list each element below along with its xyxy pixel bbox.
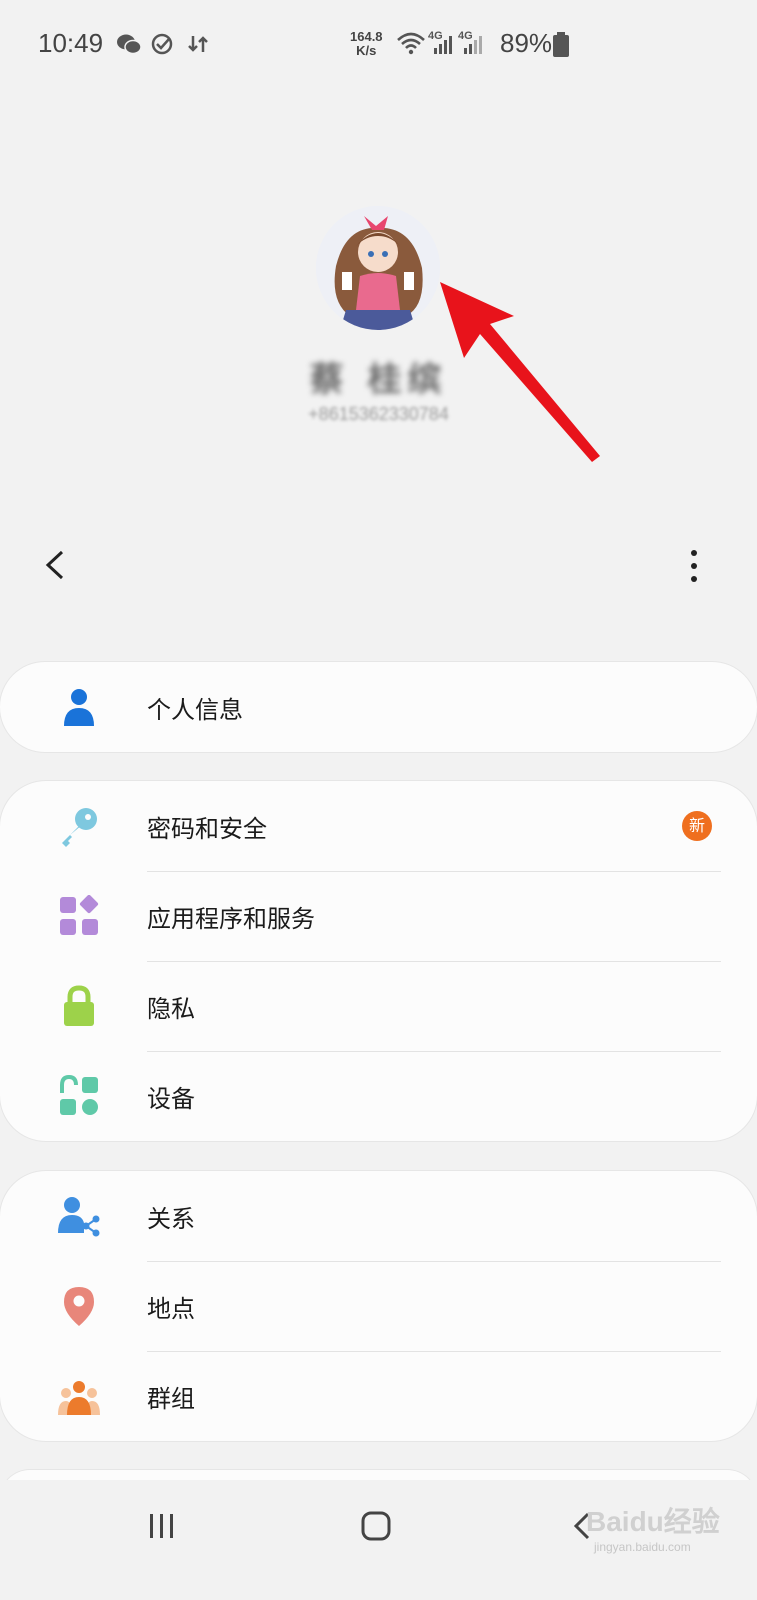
- person-icon: [64, 689, 94, 726]
- chevron-left-icon[interactable]: [40, 548, 74, 582]
- menu-item-apps-services[interactable]: 应用程序和服务: [0, 871, 757, 961]
- lock-icon: [64, 985, 94, 1026]
- network-speed: 164.8 K/s: [350, 30, 383, 58]
- menu-item-personal-info[interactable]: 个人信息: [0, 662, 757, 752]
- menu-item-label: 设备: [147, 1085, 195, 1113]
- profile-avatar[interactable]: [316, 206, 440, 330]
- person-share-icon: [58, 1197, 100, 1237]
- avatar-image: [316, 206, 440, 330]
- wechat-icon: [117, 34, 142, 55]
- menu-item-label: 关系: [147, 1205, 195, 1233]
- menu-item-label: 群组: [147, 1385, 195, 1413]
- location-pin-icon: [64, 1287, 94, 1326]
- card-social: 关系 地点 群组: [0, 1171, 757, 1441]
- baidu-watermark: Baidu经验: [586, 1506, 720, 1537]
- menu-item-groups[interactable]: 群组: [0, 1351, 757, 1441]
- wifi-icon: [397, 32, 425, 55]
- data-transfer-icon: [188, 36, 208, 52]
- menu-item-label: 应用程序和服务: [147, 905, 315, 933]
- more-vertical-icon[interactable]: [684, 548, 704, 584]
- home-icon[interactable]: [360, 1510, 392, 1542]
- menu-item-label: 个人信息: [147, 696, 243, 724]
- signal-icon: [464, 36, 482, 54]
- menu-item-devices[interactable]: 设备: [0, 1051, 757, 1141]
- menu-item-relationships[interactable]: 关系: [0, 1171, 757, 1261]
- signal-icon: [434, 36, 452, 54]
- menu-item-label: 密码和安全: [147, 815, 267, 843]
- profile-phone: +8615362330784: [308, 404, 449, 424]
- sync-check-icon: [151, 33, 173, 55]
- speed-value: 164.8: [350, 29, 383, 44]
- new-badge: 新: [682, 811, 712, 841]
- card-security: 密码和安全 新 应用程序和服务 隐私 设备: [0, 781, 757, 1141]
- battery-percent: 89%: [500, 28, 553, 58]
- menu-item-places[interactable]: 地点: [0, 1261, 757, 1351]
- profile-name: 蔡 桂缤: [309, 360, 448, 400]
- status-bar: 10:49 164.8 K/s 4G 4G 89%: [0, 0, 757, 92]
- status-time: 10:49: [38, 28, 104, 58]
- menu-item-label: 隐私: [147, 995, 195, 1023]
- group-icon: [58, 1381, 100, 1415]
- battery-icon: [553, 32, 569, 57]
- recent-apps-icon[interactable]: [148, 1512, 176, 1540]
- devices-icon: [60, 1075, 98, 1115]
- menu-item-label: 地点: [147, 1295, 195, 1323]
- apps-icon: [60, 895, 99, 935]
- card-personal: 个人信息: [0, 662, 757, 752]
- red-arrow-annotation: [440, 282, 600, 462]
- key-icon: [62, 808, 97, 847]
- menu-item-password-security[interactable]: 密码和安全 新: [0, 781, 757, 871]
- menu-item-privacy[interactable]: 隐私: [0, 961, 757, 1051]
- speed-unit: K/s: [356, 43, 377, 58]
- watermark-url: jingyan.baidu.com: [594, 1540, 691, 1554]
